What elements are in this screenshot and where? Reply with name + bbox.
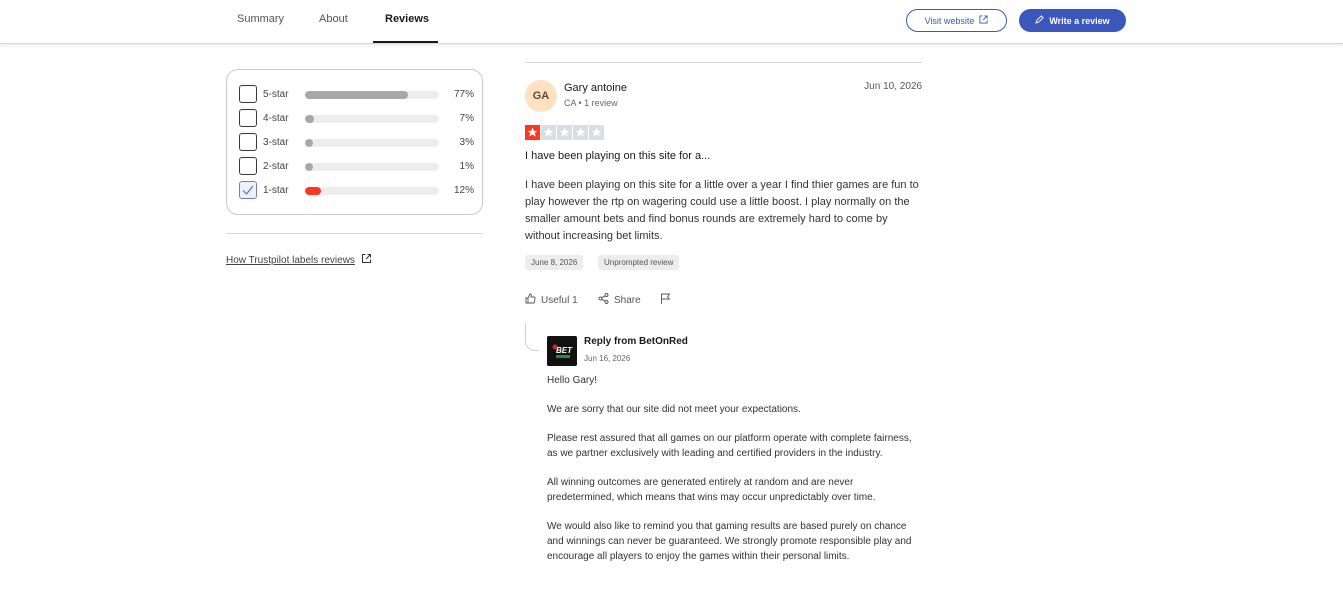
external-link-icon (361, 253, 372, 267)
distribution-bar-fill (305, 91, 409, 99)
checkbox-4-star[interactable] (239, 109, 257, 127)
checkbox-5-star[interactable] (239, 85, 257, 103)
star-icon (541, 125, 556, 140)
visit-website-label: Visit website (924, 15, 975, 26)
tab-reviews[interactable]: Reviews (385, 13, 429, 25)
star-icon (573, 125, 588, 140)
write-review-button[interactable]: Write a review (1019, 9, 1126, 32)
filter-row-3-star[interactable]: 3-star 3% (239, 133, 474, 153)
reviewer-meta: CA • 1 review (564, 98, 618, 108)
labels-link-text: How Trustpilot labels reviews (226, 254, 355, 266)
company-logo[interactable]: BET (547, 336, 577, 366)
reply-body: Hello Gary! We are sorry that our site d… (547, 373, 917, 578)
filter-label: 1-star (263, 185, 289, 196)
share-icon (598, 293, 609, 307)
star-rating (525, 125, 604, 140)
visit-website-button[interactable]: Visit website (906, 9, 1007, 32)
pencil-icon (1035, 15, 1045, 26)
reply-date: Jun 16, 2026 (584, 354, 631, 363)
company-logo-text: BET (556, 346, 573, 355)
filter-percentage: 3% (459, 137, 474, 148)
useful-button[interactable]: Useful 1 (525, 293, 578, 307)
filter-percentage: 12% (453, 185, 474, 196)
checkmark-icon (242, 185, 254, 195)
reply-connector-line (525, 323, 539, 351)
thumbs-up-icon (525, 293, 536, 307)
checkbox-1-star[interactable] (239, 181, 257, 199)
filter-label: 2-star (263, 161, 289, 172)
reviewer-name[interactable]: Gary antoine (564, 82, 627, 94)
share-button[interactable]: Share (598, 293, 641, 307)
distribution-bar (305, 115, 439, 123)
reply-paragraph: Hello Gary! (547, 375, 598, 386)
checkbox-2-star[interactable] (239, 157, 257, 175)
distribution-bar-fill (305, 187, 322, 195)
review-body: I have been playing on this site for a l… (525, 179, 919, 242)
unprompted-review-badge[interactable]: Unprompted review (598, 255, 680, 270)
star-icon (557, 125, 572, 140)
filter-label: 5-star (263, 89, 289, 100)
filter-percentage: 7% (459, 113, 474, 124)
divider (226, 233, 483, 234)
star-icon (525, 125, 540, 140)
share-label: Share (614, 294, 641, 306)
tab-summary[interactable]: Summary (237, 13, 284, 25)
filter-row-5-star[interactable]: 5-star 77% (239, 85, 474, 105)
distribution-bar-fill (305, 163, 313, 171)
checkbox-3-star[interactable] (239, 133, 257, 151)
reply-paragraph: Please rest assured that all games on ou… (547, 433, 912, 459)
filter-row-1-star[interactable]: 1-star 12% (239, 181, 474, 201)
filter-label: 4-star (263, 113, 289, 124)
write-review-label: Write a review (1049, 15, 1110, 26)
distribution-bar (305, 163, 439, 171)
divider (525, 62, 922, 63)
filter-percentage: 77% (453, 89, 474, 100)
distribution-bar-fill (305, 139, 313, 147)
avatar[interactable]: GA (525, 80, 557, 112)
distribution-bar (305, 91, 439, 99)
filter-label: 3-star (263, 137, 289, 148)
report-flag-button[interactable] (660, 293, 671, 308)
review-date: Jun 10, 2026 (864, 81, 922, 92)
filter-row-2-star[interactable]: 2-star 1% (239, 157, 474, 177)
top-navigation-bar: Summary About Reviews Visit website Writ… (0, 0, 1343, 44)
experience-date-badge: June 8, 2026 (525, 255, 584, 270)
distribution-bar (305, 187, 439, 195)
distribution-bar-fill (305, 115, 315, 123)
filter-percentage: 1% (459, 161, 474, 172)
useful-label: Useful 1 (541, 294, 578, 306)
filter-row-4-star[interactable]: 4-star 7% (239, 109, 474, 129)
flag-icon (660, 293, 671, 308)
review-title[interactable]: I have been playing on this site for a..… (525, 150, 710, 162)
reply-paragraph: We are sorry that our site did not meet … (547, 404, 801, 415)
star-rating-filter: 5-star 77% 4-star 7% 3-star 3% 2-star 1%… (226, 69, 483, 215)
distribution-bar (305, 139, 439, 147)
star-icon (589, 125, 604, 140)
active-tab-indicator (373, 41, 438, 43)
reply-paragraph: All winning outcomes are generated entir… (547, 477, 876, 503)
reply-from: Reply from BetOnRed (584, 336, 688, 347)
tab-about[interactable]: About (319, 13, 348, 25)
how-trustpilot-labels-reviews-link[interactable]: How Trustpilot labels reviews (226, 253, 372, 267)
reply-paragraph: We would also like to remind you that ga… (547, 521, 912, 562)
external-link-icon (979, 15, 988, 26)
